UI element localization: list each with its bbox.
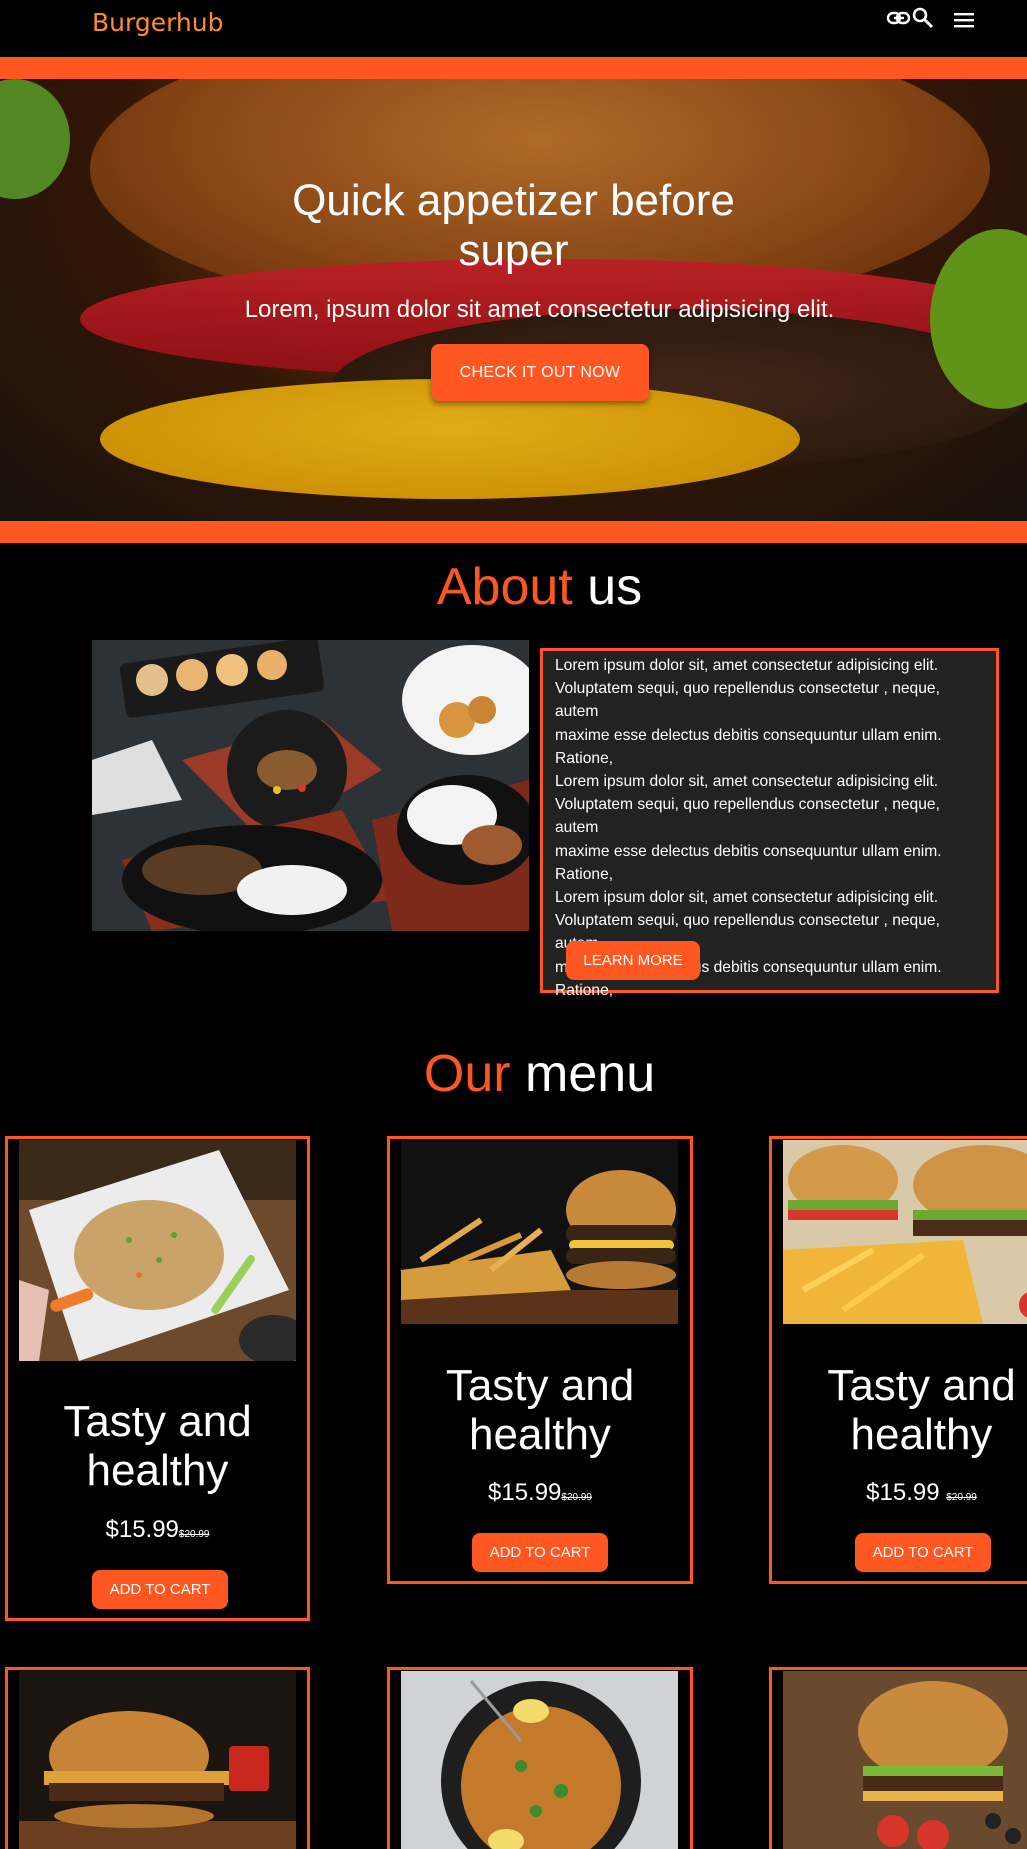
brand-logo[interactable]: Burgerhub [92, 8, 223, 37]
menu-card: Tasty and healthy $15.99$20.99 ADD TO CA… [5, 1136, 310, 1621]
hero-bottom-border [0, 521, 1027, 543]
menu-icon[interactable] [952, 11, 976, 29]
menu-item-name: Tasty and healthy [8, 1397, 307, 1495]
menu-item-name-line: Tasty and [445, 1361, 635, 1410]
menu-item-name-line: healthy [469, 1410, 611, 1459]
menu-item-image [783, 1140, 1027, 1324]
menu-item-image [783, 1671, 1027, 1849]
add-to-cart-button[interactable]: ADD TO CART [92, 1570, 228, 1609]
about-food-image [92, 640, 529, 931]
add-to-cart-button[interactable]: ADD TO CART [855, 1533, 991, 1572]
menu-title: Our menu [0, 1044, 1027, 1104]
add-to-cart-button[interactable]: ADD TO CART [472, 1533, 608, 1572]
hero-title-line: super [458, 226, 569, 275]
menu-item-name: Tasty and healthy [390, 1361, 690, 1459]
about-line: maxime esse delectus debitis consequuntu… [555, 842, 942, 860]
price-current: $15.99 [105, 1516, 179, 1543]
about-line: Lorem ipsum dolor sit, amet consectetur … [555, 889, 939, 907]
about-line: Lorem ipsum dolor sit, amet consectetur … [555, 773, 939, 791]
menu-card: Tasty and healthy $15.99$20.99 ADD TO CA… [387, 1136, 693, 1584]
about-line: Voluptatem sequi, quo repellendus consec… [555, 680, 940, 721]
about-line: Ratione, [555, 865, 614, 883]
hero-subtitle: Lorem, ipsum dolor sit amet consectetur … [244, 296, 835, 323]
about-line: Lorem ipsum dolor sit, amet consectetur … [555, 657, 939, 674]
price-old: $20.99 [561, 1492, 592, 1503]
menu-card [387, 1667, 693, 1849]
menu-item-image [19, 1140, 296, 1361]
hero-title: Quick appetizer before super [0, 176, 1027, 276]
check-it-out-button[interactable]: CHECK IT OUT NOW [431, 344, 649, 401]
about-line: maxime esse delectus debitis consequuntu… [555, 726, 942, 744]
hero-title-line: Quick appetizer before [292, 176, 735, 225]
menu-card: Tasty and healthy $15.99 $20.99 ADD TO C… [769, 1136, 1027, 1584]
menu-item-image [19, 1671, 296, 1849]
menu-card [769, 1667, 1027, 1849]
menu-item-price: $15.99 $20.99 [772, 1479, 1027, 1507]
about-text-panel: Lorem ipsum dolor sit, amet consectetur … [540, 648, 999, 999]
price-old: $20.99 [178, 1529, 210, 1540]
about-line: Ratione, [555, 749, 614, 767]
hero-banner: Quick appetizer before super Lorem, ipsu… [0, 79, 1027, 521]
price-current: $15.99 [488, 1479, 562, 1506]
about-title: About us [0, 557, 1027, 617]
nav-icon-group [886, 6, 934, 30]
about-title-accent: About [436, 558, 573, 616]
price-current: $15.99 [866, 1479, 947, 1506]
menu-item-price: $15.99$20.99 [390, 1479, 690, 1507]
menu-item-name: Tasty and healthy [772, 1361, 1027, 1459]
navbar: Burgerhub [0, 0, 1027, 57]
about-line: Voluptatem sequi, quo repellendus consec… [555, 796, 940, 837]
menu-title-rest: menu [525, 1045, 656, 1103]
learn-more-button[interactable]: LEARN MORE [566, 941, 700, 980]
hero-top-border [0, 57, 1027, 79]
price-old: $20.99 [946, 1492, 977, 1503]
menu-item-name-line: Tasty and [827, 1361, 1016, 1410]
menu-item-name-line: healthy [850, 1410, 993, 1459]
menu-item-price: $15.99$20.99 [8, 1516, 307, 1544]
menu-item-image [401, 1671, 678, 1849]
menu-item-image [401, 1140, 678, 1324]
menu-card [5, 1667, 310, 1849]
about-line: Ratione, [555, 981, 614, 999]
search-icon[interactable] [912, 6, 934, 30]
menu-title-accent: Our [423, 1045, 511, 1103]
link-icon[interactable] [886, 6, 912, 30]
about-title-rest: us [587, 558, 643, 616]
menu-item-name-line: healthy [86, 1446, 229, 1495]
menu-item-name-line: Tasty and [63, 1397, 252, 1446]
